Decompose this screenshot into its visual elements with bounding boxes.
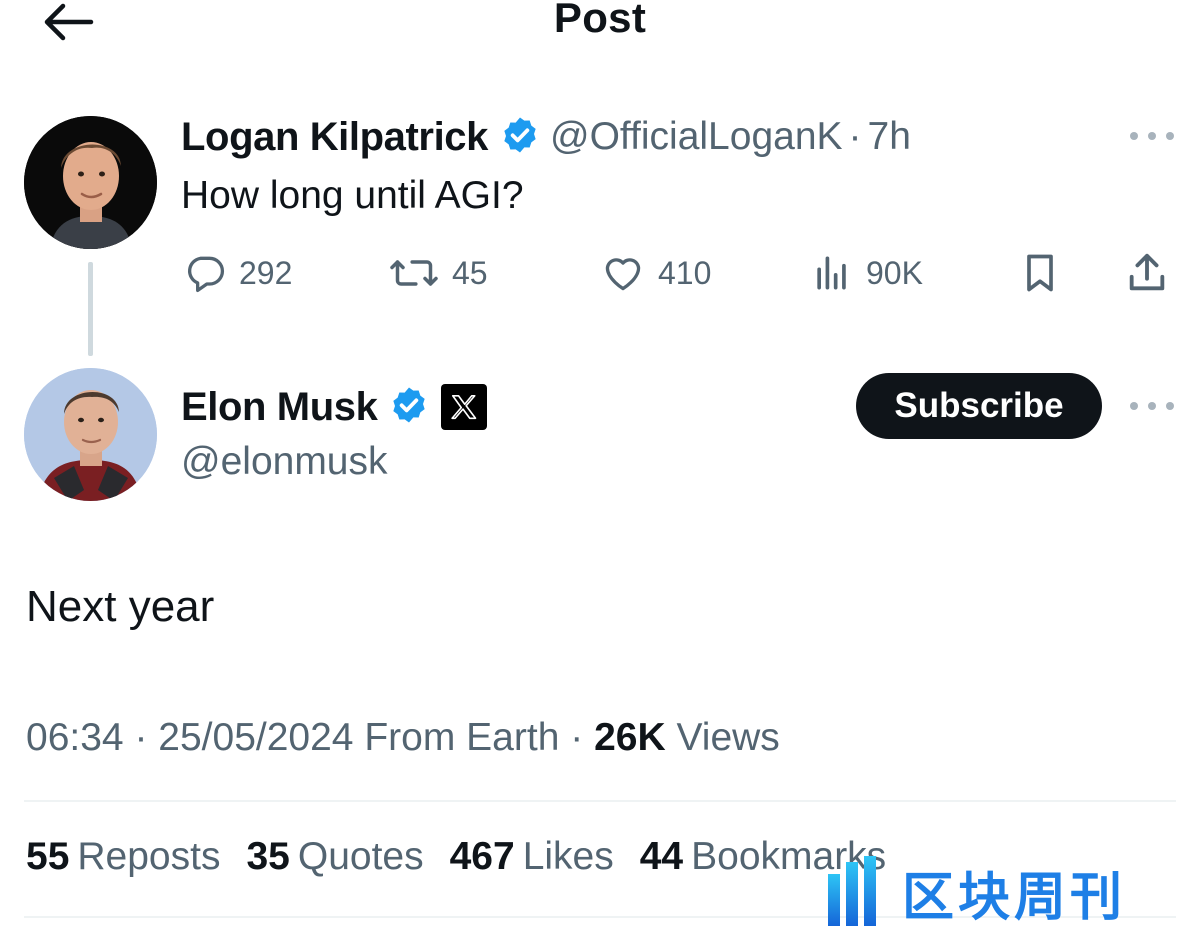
post-time[interactable]: 7h [868, 115, 911, 159]
verified-icon [500, 115, 540, 160]
post-meta: 06:34 · 25/05/2024 From Earth · 26K View… [26, 716, 780, 760]
avatar-image [24, 116, 157, 249]
engagement-stats: 55 Reposts 35 Quotes 467 Likes 44 Bookmarks [26, 835, 912, 879]
author-name[interactable]: Logan Kilpatrick [181, 115, 488, 160]
watermark: 区块周刊 [826, 852, 1126, 932]
like-count: 410 [658, 254, 712, 291]
parent-post-text: How long until AGI? [181, 174, 524, 217]
verified-icon [389, 385, 429, 430]
subscribe-button[interactable]: Subscribe [856, 373, 1102, 439]
bookmarks-count: 44 [639, 835, 684, 878]
repost-button[interactable]: 45 [388, 248, 488, 298]
more-icon [1130, 402, 1138, 410]
main-post-text: Next year [26, 582, 215, 631]
quotes-count: 35 [246, 835, 290, 878]
main-post-header: Elon Musk [181, 380, 488, 434]
page-title: Post [553, 0, 647, 41]
views-label: Views [676, 716, 780, 759]
post-source: From Earth [364, 716, 560, 759]
more-options-button[interactable] [1130, 126, 1174, 146]
reposts-count: 55 [26, 835, 70, 878]
share-icon [1129, 253, 1165, 291]
reply-icon [188, 256, 225, 293]
more-icon [1130, 132, 1138, 140]
views-icon [817, 256, 846, 290]
x-logo-icon[interactable] [441, 384, 488, 430]
share-button[interactable] [1124, 248, 1170, 298]
repost-count: 45 [452, 254, 488, 291]
avatar-elon[interactable] [24, 368, 157, 501]
post-date[interactable]: 25/05/2024 [158, 716, 353, 759]
likes-label: Likes [522, 835, 614, 878]
more-options-button[interactable] [1130, 396, 1174, 416]
bookmark-icon [1027, 254, 1053, 292]
watermark-logo-icon [828, 856, 876, 926]
thread-connector [88, 262, 93, 356]
likes-count: 467 [449, 835, 515, 878]
separator: · [134, 716, 148, 759]
quotes-stat[interactable]: 35 Quotes [246, 835, 423, 879]
views-button[interactable]: 90K [810, 248, 923, 298]
divider [24, 800, 1176, 802]
bookmark-button[interactable] [1018, 248, 1062, 298]
like-icon [605, 258, 641, 291]
quotes-label: Quotes [297, 835, 424, 878]
separator: · [848, 115, 862, 158]
parent-post-header: Logan Kilpatrick @OfficialLoganK · 7h [181, 110, 911, 164]
author-name[interactable]: Elon Musk [181, 385, 378, 430]
views-count: 90K [866, 254, 923, 291]
reposts-stat[interactable]: 55 Reposts [26, 835, 220, 879]
avatar-logan[interactable] [24, 116, 157, 249]
reply-count: 292 [239, 254, 293, 291]
author-handle[interactable]: @elonmusk [181, 440, 388, 484]
separator: · [570, 716, 584, 759]
watermark-text: 区块周刊 [902, 867, 1127, 928]
author-handle[interactable]: @OfficialLoganK [550, 115, 843, 159]
repost-icon [390, 260, 438, 286]
likes-stat[interactable]: 467 Likes [450, 835, 614, 879]
avatar-image [24, 368, 157, 501]
views-count: 26K [594, 716, 666, 759]
reposts-label: Reposts [77, 835, 221, 878]
post-time[interactable]: 06:34 [26, 716, 124, 759]
reply-button[interactable]: 292 [183, 248, 292, 298]
like-button[interactable]: 410 [600, 248, 711, 298]
